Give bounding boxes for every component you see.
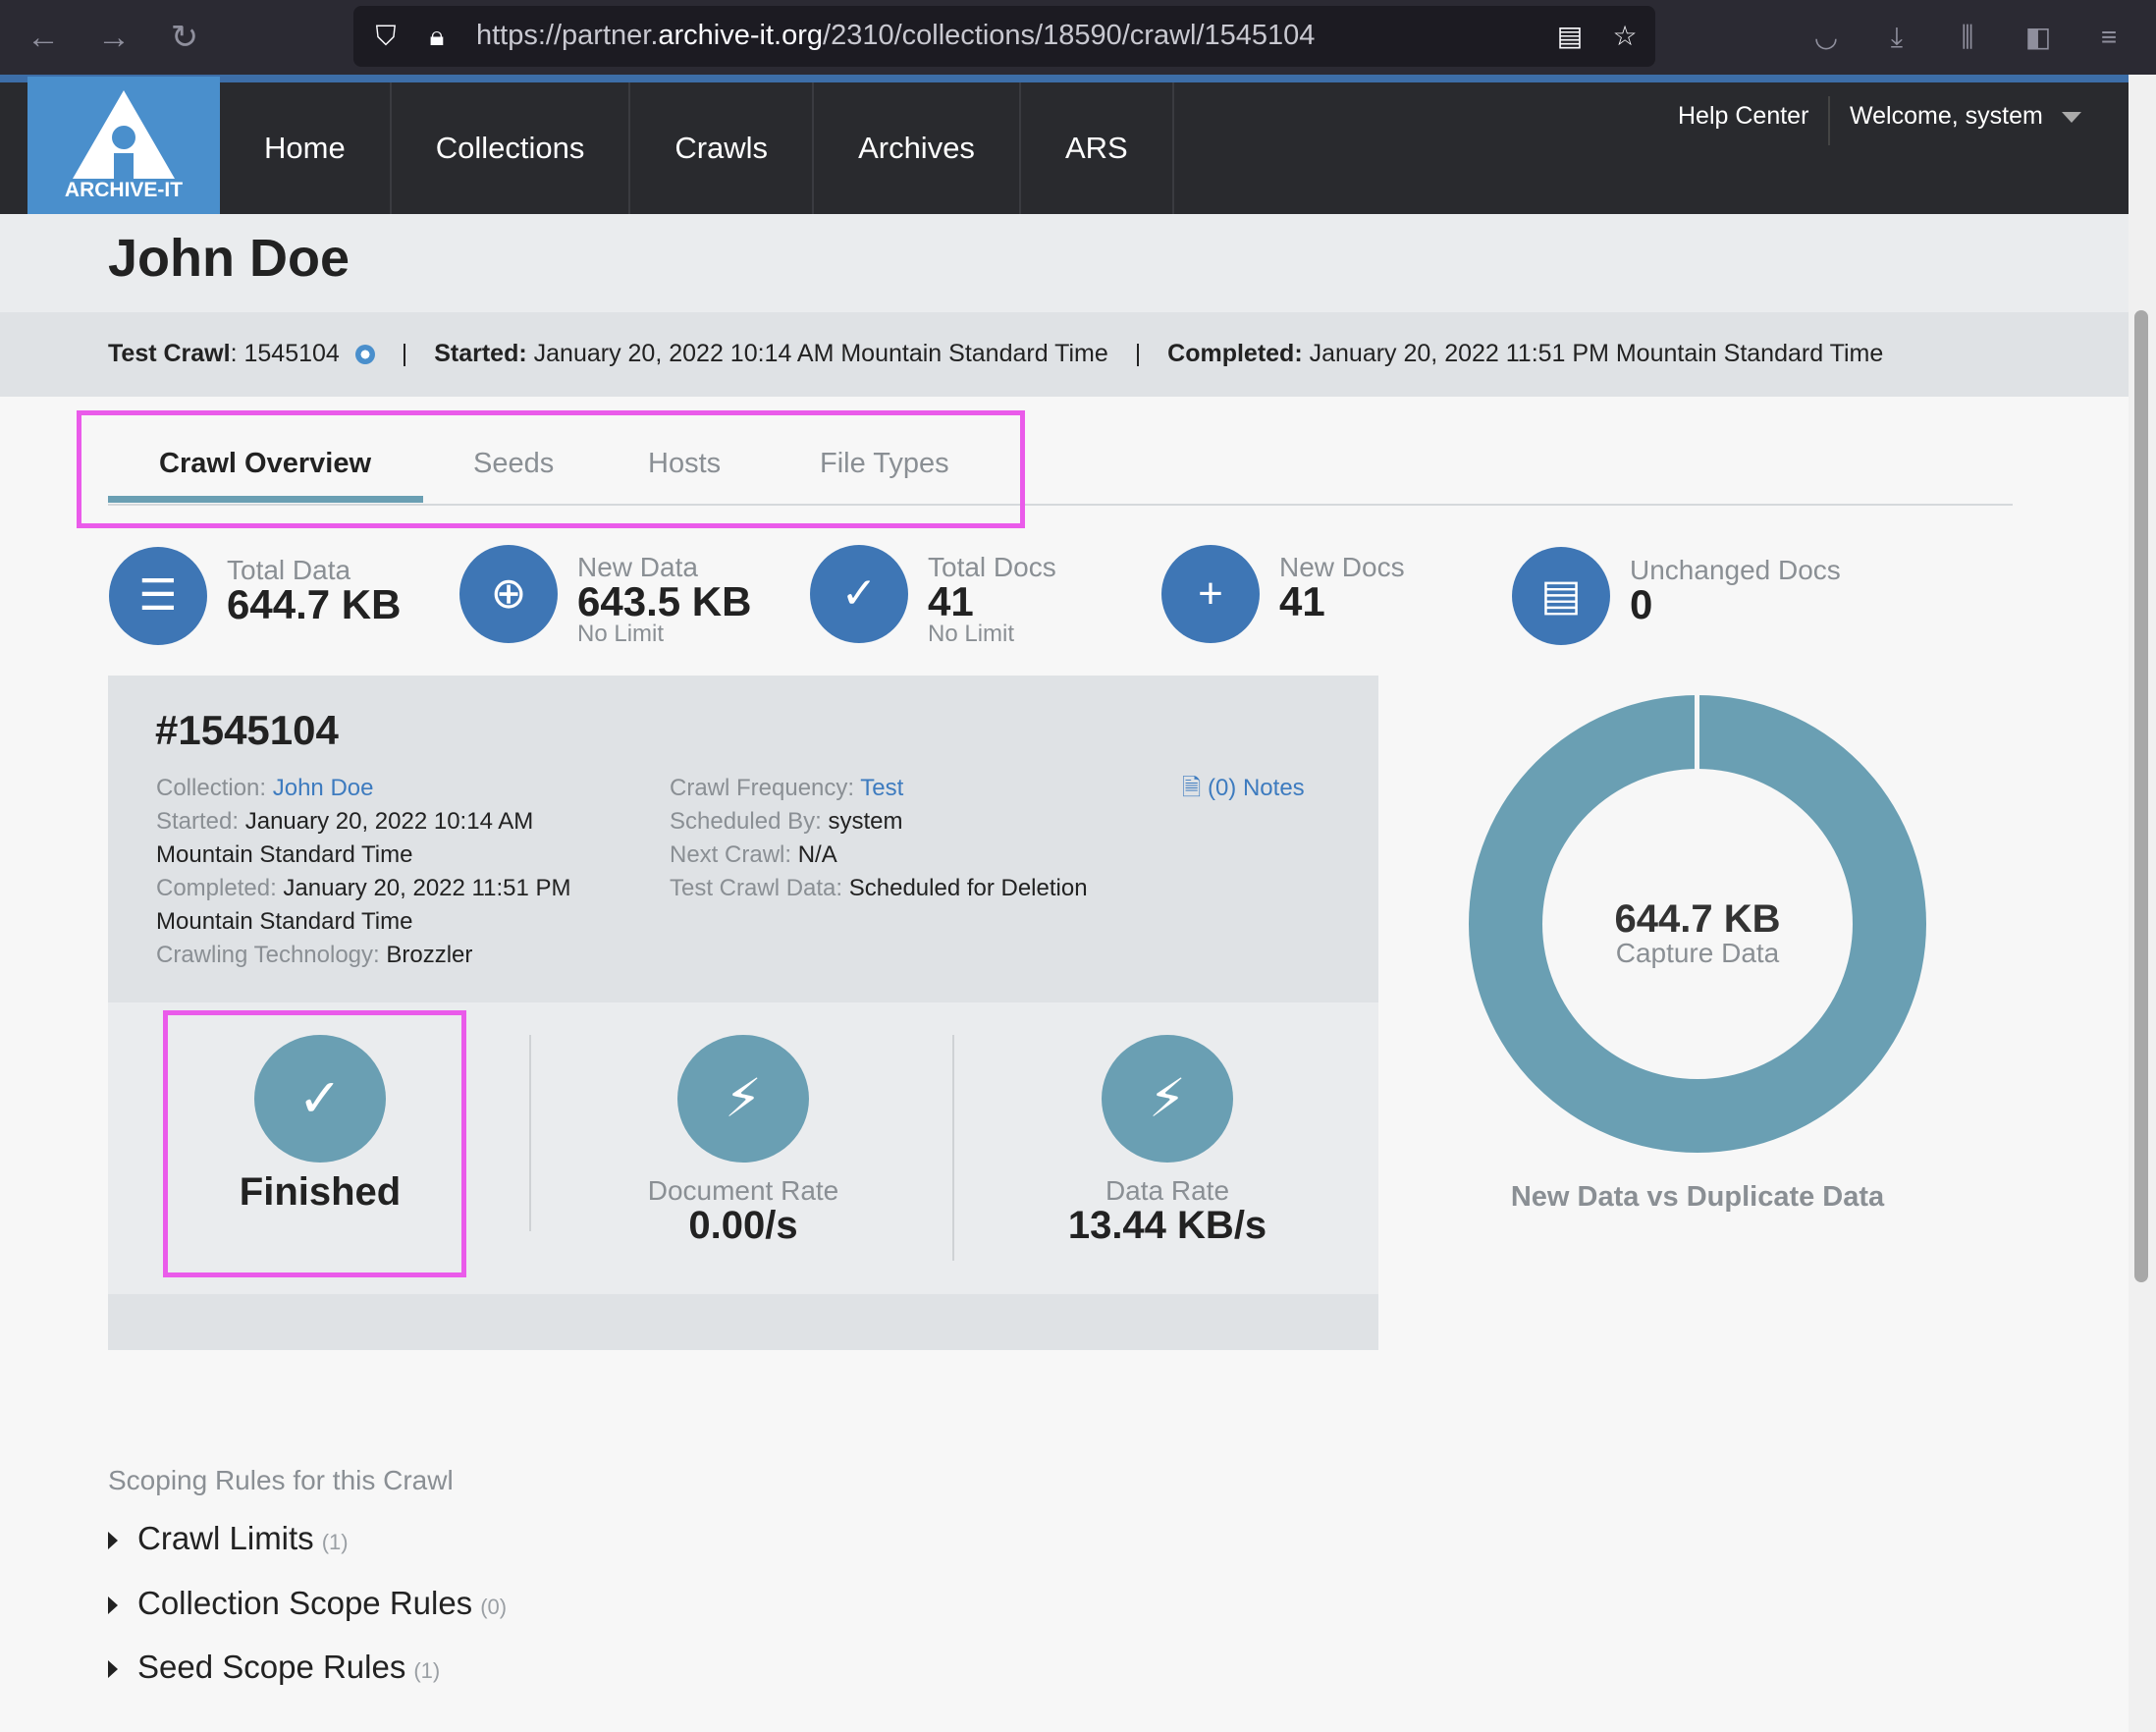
stat-sub-total-docs: No Limit (928, 621, 1015, 647)
scoping-heading: Scoping Rules for this Crawl (108, 1465, 454, 1495)
nav-ars[interactable]: ARS (1021, 82, 1174, 214)
library-icon[interactable]: ⫼ (1948, 18, 1987, 57)
stat-value-new-data: 643.5 KB (577, 578, 752, 624)
donut-center-value: 644.7 KB (1614, 897, 1781, 941)
scope-seed-scope-rules[interactable]: Seed Scope Rules (1) (108, 1649, 440, 1686)
help-center-link[interactable]: Help Center (1678, 102, 1808, 131)
pocket-icon[interactable]: ◡ (1806, 18, 1846, 57)
welcome-menu[interactable]: Welcome, system (1850, 102, 2043, 131)
detail-completed: Completed: January 20, 2022 11:51 PM (156, 875, 571, 901)
document-rate-label: Document Rate (647, 1175, 839, 1206)
stat-value-new-docs: 41 (1279, 578, 1325, 624)
shield-icon[interactable]: ⛉ (369, 20, 403, 53)
document-icon: ▤ (1512, 547, 1610, 645)
main-nav: Home Collections Crawls Archives ARS (220, 82, 1174, 214)
expand-triangle-icon (108, 1597, 118, 1615)
stat-value-total-docs: 41 (928, 578, 974, 624)
detail-completed-tz: Mountain Standard Time (156, 908, 413, 935)
database-icon: ☰ (109, 547, 207, 645)
archive-it-logo[interactable]: ARCHIVE-IT (27, 77, 220, 214)
brozzler-chrome-icon (354, 345, 375, 365)
detail-crawl-frequency: Crawl Frequency: Test (670, 775, 904, 801)
database-add-icon: ⊕ (459, 545, 558, 643)
donut-center-label: Capture Data (1615, 938, 1780, 968)
stat-label-unchanged-docs: Unchanged Docs (1630, 555, 1841, 585)
sidebar-icon[interactable]: ◧ (2019, 18, 2058, 57)
browser-toolbar: ← → ↻ ⛉ 🔒︎ https://partner.archive-it.or… (0, 0, 2156, 75)
reader-view-icon[interactable]: ▤ (1553, 20, 1587, 53)
scrollbar-thumb[interactable] (2134, 310, 2148, 1282)
data-rate-label: Data Rate (1105, 1175, 1230, 1206)
document-lightning-icon: ⚡ (677, 1035, 809, 1163)
notes-link[interactable]: 🗎︎ (0) Notes (1182, 772, 1305, 805)
reload-icon[interactable]: ↻ (163, 16, 206, 59)
expand-triangle-icon (108, 1532, 118, 1550)
tabs-highlight-box (77, 410, 1025, 528)
lock-icon[interactable]: 🔒︎ (420, 20, 454, 53)
address-bar[interactable]: ⛉ 🔒︎ https://partner.archive-it.org/2310… (353, 6, 1655, 67)
logo-text: ARCHIVE-IT (64, 179, 184, 201)
menu-icon[interactable]: ≡ (2089, 18, 2129, 57)
stat-sub-new-data: No Limit (577, 621, 665, 647)
detail-crawling-technology: Crawling Technology: Brozzler (156, 942, 473, 968)
url-text[interactable]: https://partner.archive-it.org/2310/coll… (476, 20, 1315, 52)
forward-arrow-icon[interactable]: → (92, 16, 135, 59)
scope-crawl-limits[interactable]: Crawl Limits (1) (108, 1520, 349, 1557)
bookmark-star-icon[interactable]: ☆ (1608, 20, 1642, 53)
detail-started: Started: January 20, 2022 10:14 AM (156, 808, 534, 835)
nav-crawls[interactable]: Crawls (630, 82, 815, 214)
document-add-icon: + (1161, 545, 1260, 643)
chevron-down-icon[interactable] (2062, 112, 2081, 123)
detail-test-crawl-data: Test Crawl Data: Scheduled for Deletion (670, 875, 1088, 901)
page-title: John Doe (108, 229, 350, 288)
stat-value-total-data: 644.7 KB (227, 581, 402, 627)
document-rate-value: 0.00/s (688, 1204, 798, 1247)
notes-document-icon: 🗎︎ (1182, 775, 1202, 801)
status-highlight-box (163, 1010, 466, 1277)
document-check-icon: ✓ (810, 545, 908, 643)
expand-triangle-icon (108, 1660, 118, 1679)
crawl-id-heading: #1545104 (155, 707, 339, 753)
nav-collections[interactable]: Collections (392, 82, 631, 214)
database-lightning-icon: ⚡ (1102, 1035, 1233, 1163)
download-icon[interactable]: ⤓ (1877, 18, 1916, 57)
detail-started-tz: Mountain Standard Time (156, 841, 413, 868)
collection-link[interactable]: John Doe (273, 775, 374, 801)
detail-collection: Collection: John Doe (156, 775, 374, 801)
nav-home[interactable]: Home (220, 82, 392, 214)
donut-segment-gap (1695, 695, 1699, 770)
data-rate-value: 13.44 KB/s (1067, 1204, 1267, 1247)
frequency-link[interactable]: Test (860, 775, 903, 801)
back-arrow-icon[interactable]: ← (22, 16, 65, 59)
donut-chart-title: New Data vs Duplicate Data (1510, 1181, 1885, 1213)
header-accent-line (0, 75, 2156, 82)
detail-scheduled-by: Scheduled By: system (670, 808, 903, 835)
crawl-meta-line: Test Crawl: 1545104 | Started: January 2… (108, 340, 1884, 367)
detail-next-crawl: Next Crawl: N/A (670, 841, 837, 868)
stat-value-unchanged-docs: 0 (1630, 581, 1653, 627)
scope-collection-scope-rules[interactable]: Collection Scope Rules (0) (108, 1585, 507, 1622)
nav-archives[interactable]: Archives (814, 82, 1021, 214)
